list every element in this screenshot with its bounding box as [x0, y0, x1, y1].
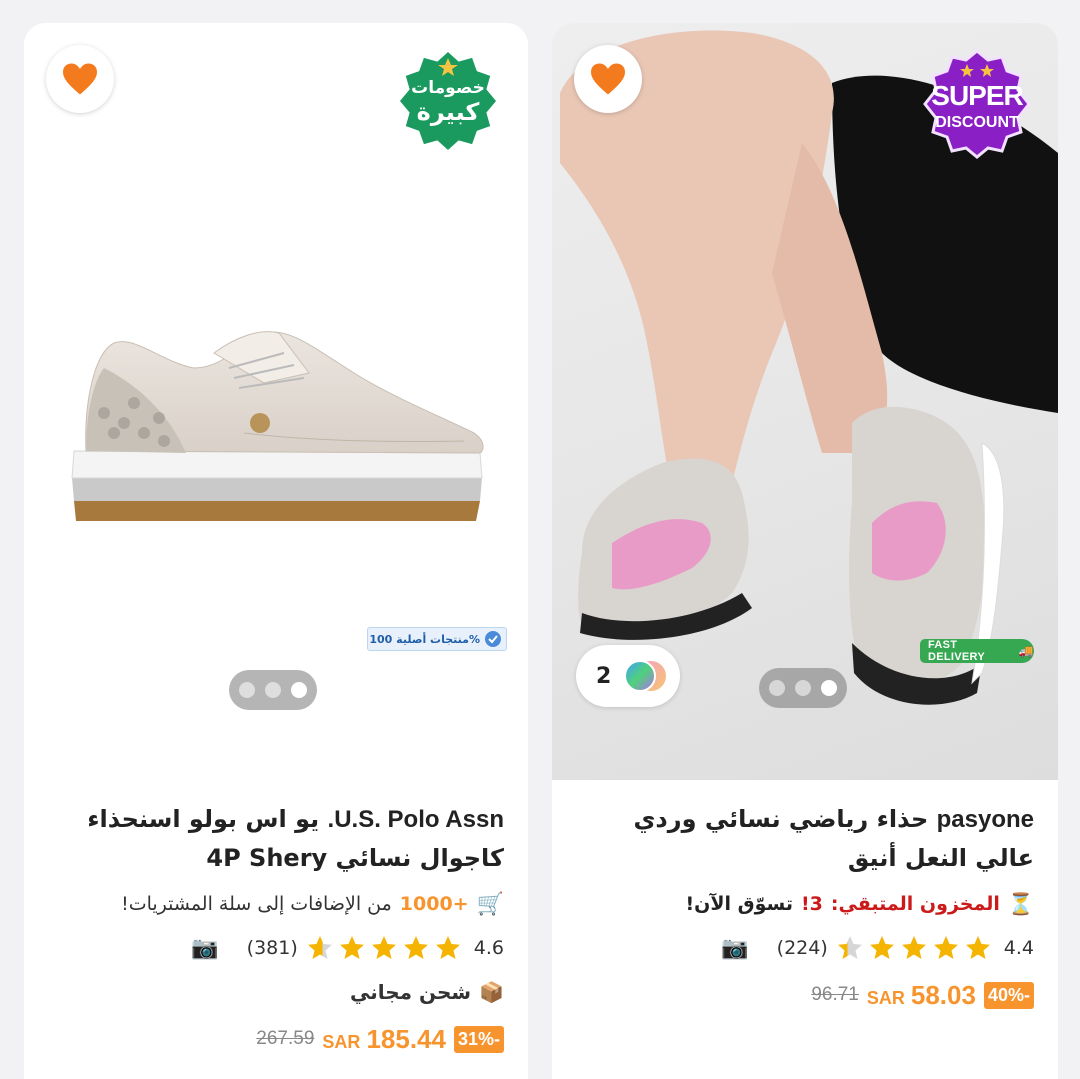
pagination-dot[interactable]	[239, 682, 255, 698]
product-info: U.S. Polo Assn. يو اس بولو اسنحذاء كاجوا…	[24, 780, 528, 1064]
badge-line1: خصومات	[411, 78, 485, 98]
old-price: 267.59	[256, 1028, 315, 1049]
fast-delivery-badge: FAST DELIVERY 🚚	[920, 639, 1034, 663]
brand-name: U.S. Polo Assn.	[327, 806, 504, 833]
truck-icon: 🚚	[1018, 644, 1034, 658]
pagination-dot-active[interactable]	[821, 680, 837, 696]
rating-value: 4.4	[1003, 937, 1034, 959]
image-pagination-dots[interactable]	[759, 668, 847, 708]
pagination-dot-active[interactable]	[291, 682, 307, 698]
current-price: SAR 58.03	[867, 980, 976, 1011]
rating-value: 4.6	[473, 937, 504, 959]
hourglass-icon: ⏳	[1007, 891, 1034, 916]
verified-check-icon	[485, 631, 501, 647]
authentic-label: منتجات أصلية 100%	[369, 632, 480, 646]
discount-badge: -40%	[983, 981, 1034, 1009]
authentic-products-badge: منتجات أصلية 100%	[367, 627, 507, 651]
favorite-button[interactable]	[574, 45, 642, 113]
badge-line2: DISCOUNT	[935, 114, 1019, 131]
heart-icon	[63, 63, 97, 95]
cart-adds-row: 🛒 +1000 من الإضافات إلى سلة المشتريات!	[48, 882, 504, 926]
stock-label: المخزون المتبقي:	[830, 893, 1000, 915]
rating-row: 4.4 (224) 📷	[576, 926, 1034, 970]
shop-now-text: تسوّق الآن!	[685, 893, 793, 915]
current-price: SAR 185.44	[322, 1024, 446, 1055]
currency: SAR	[322, 1031, 361, 1052]
pagination-dot[interactable]	[795, 680, 811, 696]
color-variants-chip[interactable]: 2	[576, 645, 680, 707]
price-value: 185.44	[366, 1023, 446, 1054]
brand-name: pasyone	[936, 806, 1034, 833]
star-rating	[836, 934, 996, 962]
rating-row: 4.6 (381) 📷	[48, 926, 504, 970]
product-title[interactable]: U.S. Polo Assn. يو اس بولو اسنحذاء كاجوا…	[48, 800, 504, 876]
price-value: 58.03	[910, 979, 976, 1010]
discount-badge: -31%	[453, 1025, 504, 1053]
badge-line2: كبيرة	[416, 98, 480, 126]
cart-adds-count: +1000	[399, 893, 469, 915]
heart-icon	[591, 63, 625, 95]
image-pagination-dots[interactable]	[229, 670, 317, 710]
price-row: -31% SAR 185.44 267.59	[48, 1014, 504, 1064]
box-icon: 📦	[479, 980, 504, 1004]
product-card-us-polo[interactable]: خصومات كبيرة منتجات أصلية 100% U.S. Polo…	[24, 23, 528, 1079]
cart-adds-text: من الإضافات إلى سلة المشتريات!	[121, 893, 392, 915]
product-card-pasyone[interactable]: SUPER DISCOUNT FAST DELIVERY 🚚 2 pasyone…	[552, 23, 1058, 1079]
camera-icon: 📷	[721, 935, 749, 961]
free-shipping-label: شحن مجاني	[350, 980, 472, 1004]
color-swatch-icon	[624, 660, 667, 692]
favorite-button[interactable]	[46, 45, 114, 113]
badge-line1: SUPER	[931, 80, 1023, 111]
stock-count: 3!	[801, 893, 823, 915]
big-discounts-badge: خصومات كبيرة	[395, 48, 501, 154]
pagination-dot[interactable]	[265, 682, 281, 698]
star-rating	[306, 934, 466, 962]
product-info: pasyone حذاء رياضي نسائي وردي عالي النعل…	[552, 780, 1058, 1020]
stock-row: ⏳ المخزون المتبقي: 3! تسوّق الآن!	[576, 882, 1034, 926]
old-price: 96.71	[811, 984, 859, 1005]
product-image-carousel[interactable]: خصومات كبيرة منتجات أصلية 100%	[24, 23, 528, 780]
super-discount-badge: SUPER DISCOUNT	[921, 48, 1033, 160]
review-count: (224)	[776, 937, 828, 959]
camera-icon: 📷	[191, 935, 219, 961]
product-title[interactable]: pasyone حذاء رياضي نسائي وردي عالي النعل…	[576, 800, 1034, 876]
pagination-dot[interactable]	[769, 680, 785, 696]
color-count: 2	[596, 663, 612, 689]
cart-icon: 🛒	[476, 891, 504, 917]
currency: SAR	[866, 987, 905, 1008]
product-image-carousel[interactable]: SUPER DISCOUNT FAST DELIVERY 🚚 2	[552, 23, 1058, 780]
shipping-row: 📦 شحن مجاني	[48, 970, 504, 1014]
fast-delivery-label: FAST DELIVERY	[928, 639, 986, 663]
review-count: (381)	[246, 937, 298, 959]
price-row: -40% SAR 58.03 96.71	[576, 970, 1034, 1020]
